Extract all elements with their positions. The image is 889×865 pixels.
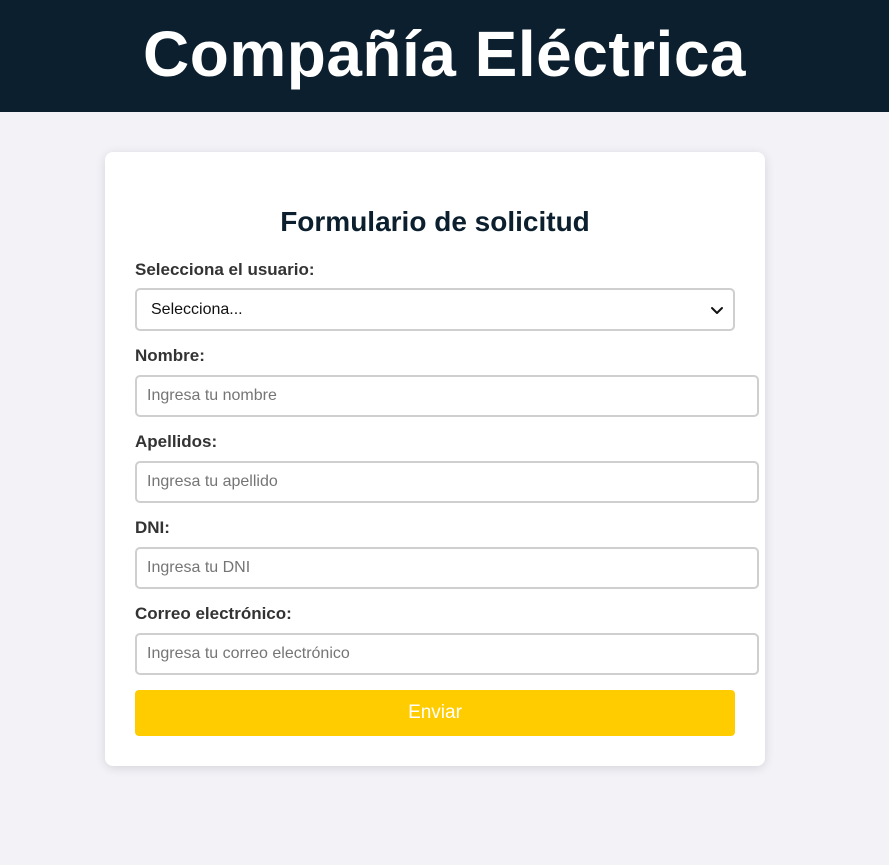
chevron-down-icon: [711, 307, 723, 314]
page-header: Compañía Eléctrica: [0, 0, 889, 112]
nombre-input[interactable]: [135, 375, 759, 417]
form-title: Formulario de solicitud: [280, 206, 590, 237]
user-select-label: Selecciona el usuario:: [135, 260, 315, 279]
apellidos-label: Apellidos:: [135, 432, 218, 451]
user-select[interactable]: Selecciona...: [135, 288, 735, 331]
dni-label: DNI:: [135, 518, 170, 537]
email-label: Correo electrónico:: [135, 604, 292, 623]
submit-button[interactable]: Enviar: [135, 690, 735, 736]
user-select-value: Selecciona...: [151, 300, 243, 318]
nombre-label: Nombre:: [135, 346, 205, 365]
dni-input[interactable]: [135, 547, 759, 589]
apellidos-input[interactable]: [135, 461, 759, 503]
app-title: Compañía Eléctrica: [143, 18, 746, 90]
request-form-card: Formulario de solicitud Selecciona el us…: [105, 152, 765, 766]
email-input[interactable]: [135, 633, 759, 675]
